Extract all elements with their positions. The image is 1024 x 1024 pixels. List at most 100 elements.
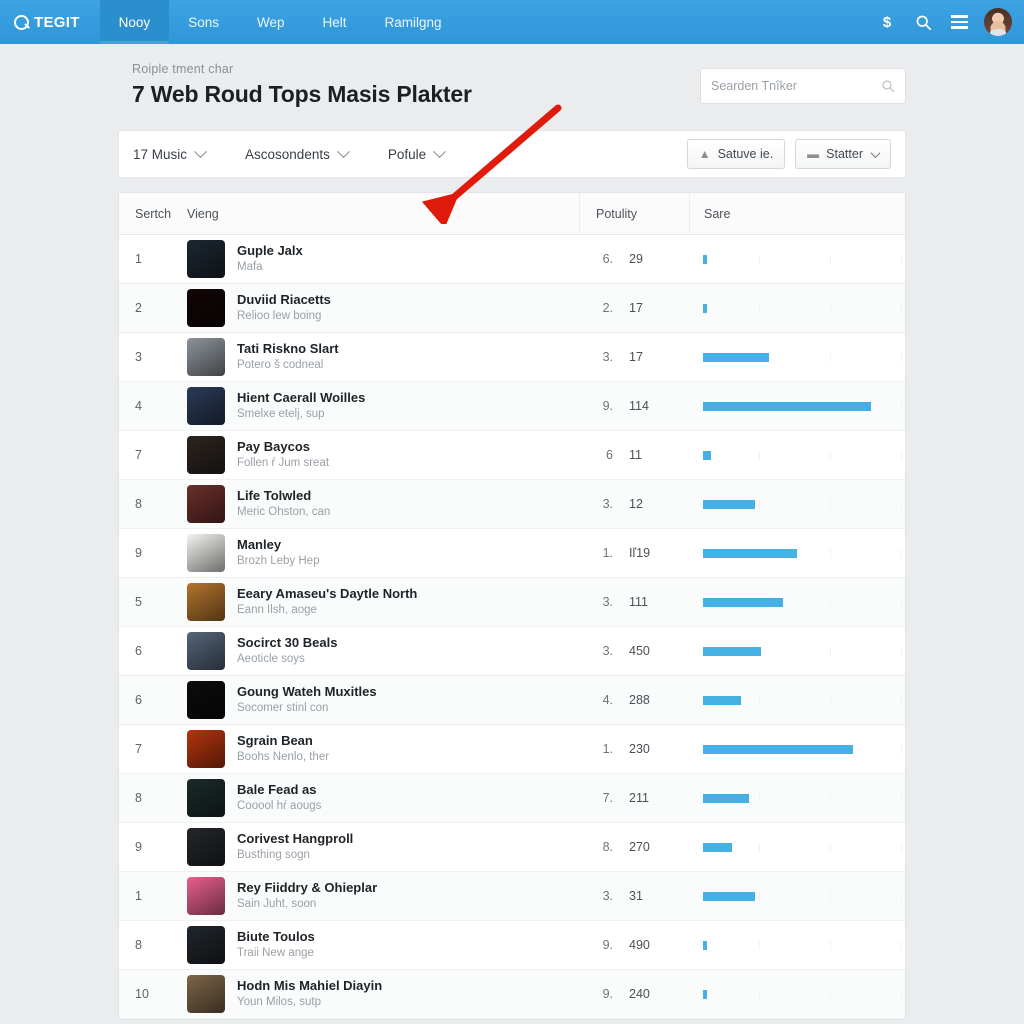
row-share-cell (689, 744, 905, 754)
row-popularity-cell: 3. 17 (579, 350, 689, 364)
row-popularity-cell: 6 11 (579, 448, 689, 462)
popularity-primary: 2. (602, 301, 613, 315)
album-thumbnail[interactable] (187, 632, 225, 670)
table-row[interactable]: 2 Duviid Riacetts Relioo lew boing 2. 17 (119, 284, 905, 333)
row-popularity-cell: 1. Iľ19 (579, 546, 689, 560)
share-bar (703, 744, 853, 754)
row-share-cell (689, 352, 905, 362)
popularity-primary: 9. (602, 938, 613, 952)
table-row[interactable]: 5 Eeary Amaseu's Daytle North Eann Ilsh, a… (119, 578, 905, 627)
table-row[interactable]: 10 Hodn Mis Mahiel Diayin Youn Milos, sutp… (119, 970, 905, 1019)
table-row[interactable]: 1 Guple Jalx Mafa 6. 29 (119, 235, 905, 284)
track-subtitle: Aeoticle soys (237, 653, 305, 666)
album-thumbnail[interactable] (187, 485, 225, 523)
track-subtitle: Eann Ilsh, aoge (237, 604, 317, 617)
nav-tab-wep[interactable]: Wep (238, 0, 304, 44)
track-subtitle: Smelxe etelj, sup (237, 408, 325, 421)
album-thumbnail[interactable] (187, 681, 225, 719)
row-share-cell (689, 597, 905, 607)
share-bar (703, 450, 711, 460)
album-thumbnail[interactable] (187, 534, 225, 572)
row-title-cell: Bale Fead as Cooool hŕ aougs (171, 779, 579, 817)
row-title-cell: Sgrain Bean Boohs Nenlo, ther (171, 730, 579, 768)
table-row[interactable]: 6 Goung Wateh Muxitles Socomer stinl con 4.… (119, 676, 905, 725)
row-title-cell: Rey Fiiddry & Ohieplar Sain Juht, soon (171, 877, 579, 915)
popularity-secondary: 11 (629, 448, 642, 462)
album-thumbnail[interactable] (187, 730, 225, 768)
currency-icon[interactable]: $ (870, 5, 904, 39)
popularity-primary: 3. (602, 595, 613, 609)
album-thumbnail[interactable] (187, 338, 225, 376)
filter-ascosondents[interactable]: Ascosondents (245, 144, 372, 162)
album-thumbnail[interactable] (187, 877, 225, 915)
avatar[interactable] (984, 8, 1012, 36)
popularity-primary: 3. (602, 889, 613, 903)
table-row[interactable]: 1 Rey Fiiddry & Ohieplar Sain Juht, soon 3.… (119, 872, 905, 921)
album-thumbnail[interactable] (187, 387, 225, 425)
row-title-cell: Corivest Hangproll Busthing sogn (171, 828, 579, 866)
row-rank: 6 (135, 644, 142, 658)
table-row[interactable]: 7 Pay Baycos Follen ŕ Jum sreat 6 11 (119, 431, 905, 480)
filter-label: Ascosondents (245, 146, 330, 162)
column-header-share[interactable]: Sare (689, 193, 905, 234)
breadcrumb: Roiple tment char (132, 62, 234, 76)
album-thumbnail[interactable] (187, 975, 225, 1013)
table-row[interactable]: 3 Tati Riskno Slart Potero š codneal 3. 17 (119, 333, 905, 382)
popularity-primary: 6 (606, 448, 613, 462)
row-popularity-cell: 3. 450 (579, 644, 689, 658)
search-input[interactable] (711, 79, 873, 93)
column-header-title[interactable]: Vieng (171, 207, 579, 221)
menu-icon[interactable] (942, 5, 976, 39)
table-row[interactable]: 9 Corivest Hangproll Busthing sogn 8. 270 (119, 823, 905, 872)
popularity-primary: 3. (602, 644, 613, 658)
row-rank: 2 (135, 301, 142, 315)
table-body: 1 Guple Jalx Mafa 6. 29 2 Duviid Riacetts Relio… (119, 235, 905, 1019)
table-header-row: Sertch Vieng Potulity Sare (119, 193, 905, 235)
filter-pofule[interactable]: Pofule (388, 144, 468, 162)
nav-tab-nooy[interactable]: Nooy (99, 0, 170, 44)
table-row[interactable]: 6 Socirct 30 Beals Aeoticle soys 3. 450 (119, 627, 905, 676)
row-rank: 3 (135, 350, 142, 364)
table-row[interactable]: 4 Hient Caerall Woilles Smelxe etelj, sup 9… (119, 382, 905, 431)
chart-icon: ▬ (807, 147, 820, 161)
search-icon[interactable] (906, 5, 940, 39)
track-subtitle: Meric Ohston, can (237, 506, 331, 519)
row-rank: 4 (135, 399, 142, 413)
column-header-rank[interactable]: Sertch (119, 207, 171, 221)
brand-logo[interactable]: TEGIT (0, 0, 96, 44)
table-row[interactable]: 8 Biute Toulos Traii New ange 9. 490 (119, 921, 905, 970)
row-title-cell: Guple Jalx Mafa (171, 240, 579, 278)
popularity-secondary: 12 (629, 497, 643, 511)
track-subtitle: Brozh Leby Hep (237, 555, 320, 568)
album-thumbnail[interactable] (187, 926, 225, 964)
row-title-cell: Socirct 30 Beals Aeoticle soys (171, 632, 579, 670)
album-thumbnail[interactable] (187, 240, 225, 278)
table-row[interactable]: 9 Manley Brozh Leby Hep 1. Iľ19 (119, 529, 905, 578)
table-row[interactable]: 8 Life Tolwled Meric Ohston, can 3. 12 (119, 480, 905, 529)
row-rank: 1 (135, 252, 142, 266)
nav-tab-helt[interactable]: Helt (303, 0, 365, 44)
row-rank: 1 (135, 889, 142, 903)
search-circle-logo-icon (14, 14, 29, 30)
save-button[interactable]: ▲ Satuve ie. (686, 139, 786, 169)
filter-music[interactable]: 17 Music (133, 144, 229, 162)
column-header-popularity[interactable]: Potulity (579, 193, 689, 234)
statter-button[interactable]: ▬ Statter (795, 139, 891, 169)
chevron-down-icon (433, 144, 446, 158)
table-row[interactable]: 8 Bale Fead as Cooool hŕ aougs 7. 211 (119, 774, 905, 823)
row-rank: 5 (135, 595, 142, 609)
album-thumbnail[interactable] (187, 828, 225, 866)
row-popularity-cell: 9. 240 (579, 987, 689, 1001)
popularity-secondary: 270 (629, 840, 650, 854)
nav-tab-sons[interactable]: Sons (169, 0, 238, 44)
track-subtitle: Boohs Nenlo, ther (237, 751, 330, 764)
album-thumbnail[interactable] (187, 289, 225, 327)
album-thumbnail[interactable] (187, 583, 225, 621)
row-popularity-cell: 8. 270 (579, 840, 689, 854)
table-row[interactable]: 7 Sgrain Bean Boohs Nenlo, ther 1. 230 (119, 725, 905, 774)
search-box[interactable] (700, 68, 906, 104)
album-thumbnail[interactable] (187, 779, 225, 817)
album-thumbnail[interactable] (187, 436, 225, 474)
row-share-cell (689, 548, 905, 558)
nav-tab-ramilgng[interactable]: Ramilgng (366, 0, 461, 44)
